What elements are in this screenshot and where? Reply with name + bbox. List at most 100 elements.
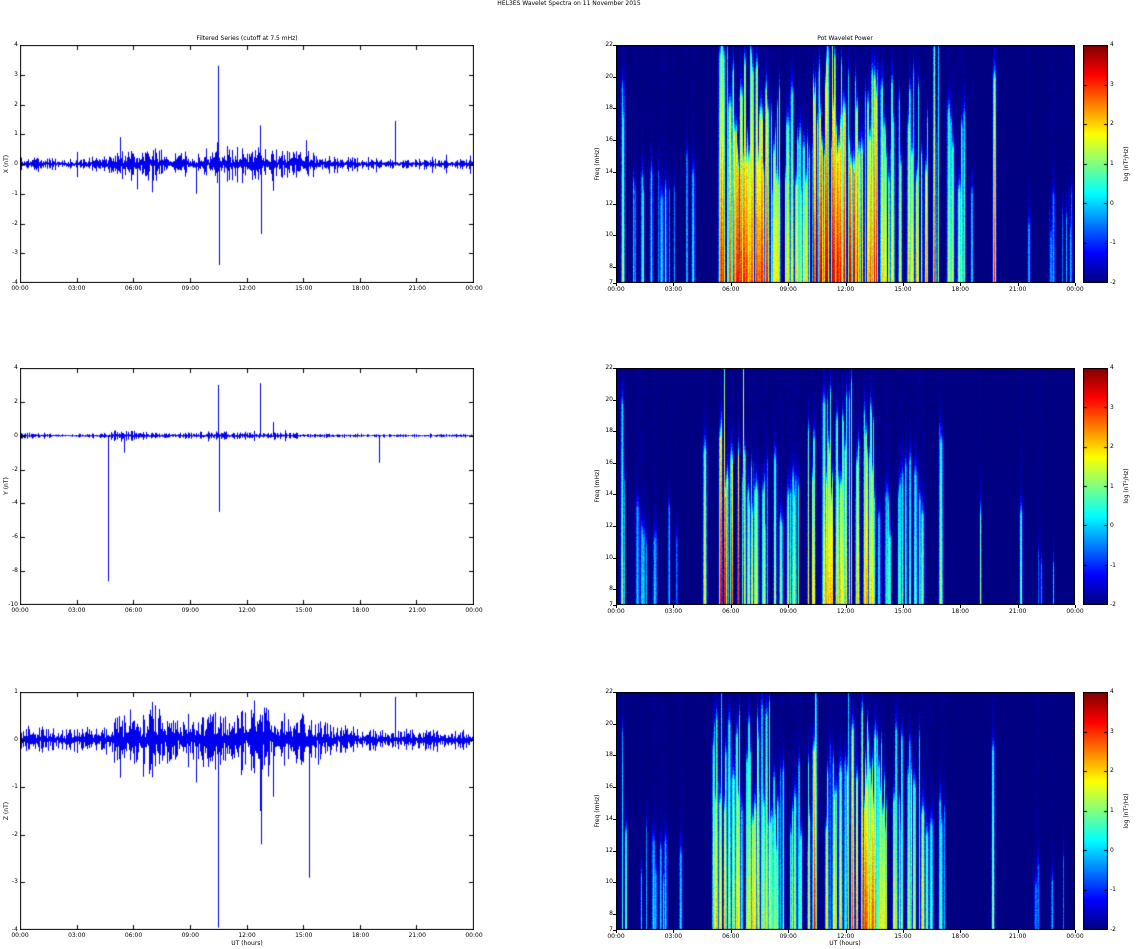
- y-tick-label: 12: [605, 522, 613, 529]
- y-tick-label: 3: [14, 70, 18, 78]
- y-tick-label: 0: [14, 160, 18, 167]
- y-tick-label: 2: [14, 397, 18, 405]
- x-tick-label: 21:00: [1008, 933, 1027, 940]
- y-tick-label: 16: [605, 783, 613, 791]
- y-spectrogram-canvas: [616, 368, 1075, 605]
- x-tick-label: 18:00: [951, 286, 969, 293]
- y-tick-label: 8: [609, 910, 613, 918]
- colorbar-tick-label: 2: [1110, 120, 1114, 128]
- x-tick-label: 00:00: [607, 286, 625, 293]
- freq-ylabel-row3: Freq (mHz): [594, 794, 601, 828]
- tick-mark: [613, 171, 616, 173]
- y-tick-label: -3: [12, 878, 18, 886]
- colorbar-tick-label: -2: [1110, 926, 1116, 933]
- tick-mark: [613, 557, 616, 559]
- y-tick-label: -2: [12, 465, 18, 473]
- y-tick-label: 18: [605, 751, 613, 759]
- colorbar-tick-label: 0: [1110, 199, 1114, 207]
- ut-hours-xlabel-left: UT (hours): [231, 940, 263, 947]
- y-tick-label: 18: [605, 104, 613, 112]
- y-tick-label: -4: [12, 926, 18, 933]
- y-tick-label: 10: [605, 553, 613, 561]
- x-tick-label: 03:00: [664, 608, 683, 615]
- y-tick-label: -4: [12, 499, 18, 507]
- tick-mark: [613, 914, 616, 916]
- x-tick-label: 18:00: [351, 932, 370, 939]
- y-tick-label: 4: [14, 41, 18, 48]
- tick-mark: [613, 850, 616, 852]
- y-tick-label: 16: [605, 458, 613, 466]
- x-tick-label: 12:00: [238, 285, 256, 292]
- x-tick-label: 00:00: [465, 932, 483, 939]
- freq-ylabel-row1: Freq (mHz): [594, 147, 601, 181]
- x-spectrogram-plot: [616, 45, 1075, 283]
- y-tick-label: 1: [14, 688, 18, 695]
- x-tick-label: 21:00: [408, 285, 426, 292]
- x-tick-label: 21:00: [408, 607, 426, 614]
- y-tick-label: 12: [605, 199, 613, 207]
- filtered-series-title: Filtered Series (cutoff at 7.5 mHz): [196, 35, 298, 42]
- x-tick-label: 09:00: [779, 933, 797, 940]
- ut-hours-xlabel-right: UT (hours): [829, 940, 861, 947]
- y-tick-label: 18: [605, 427, 613, 435]
- y-spectrogram-plot: [616, 368, 1075, 605]
- y-tick-label: -1: [12, 783, 18, 791]
- y-tick-label: -4: [12, 279, 18, 286]
- x-tick-label: 00:00: [11, 285, 29, 292]
- y-tick-label: 12: [605, 846, 613, 854]
- tick-mark: [613, 283, 616, 284]
- tick-mark: [613, 787, 616, 789]
- tick-mark: [613, 526, 616, 527]
- z-spectrogram-canvas: [616, 692, 1075, 930]
- z-spectrogram-plot: [616, 692, 1075, 930]
- tick-mark: [613, 462, 616, 464]
- x-tick-label: 15:00: [295, 285, 313, 292]
- y-tick-label: 14: [605, 167, 613, 175]
- y-tick-label: 8: [609, 585, 613, 593]
- y-tick-label: 0: [14, 431, 18, 439]
- tick-mark: [613, 267, 616, 269]
- tick-mark: [613, 368, 616, 369]
- colorbar-tick-label: 2: [1110, 767, 1114, 775]
- y-tick-label: -3: [12, 249, 18, 257]
- y-tick-label: 10: [605, 878, 613, 886]
- x-tick-label: 06:00: [124, 607, 143, 614]
- colorbar-tick-label: 4: [1110, 688, 1114, 695]
- x-series-plot: [20, 45, 474, 283]
- colorbar-canvas-row1: [1083, 45, 1108, 283]
- tick-mark: [613, 930, 616, 931]
- x-series-canvas: [20, 45, 474, 283]
- x-tick-label: 00:00: [465, 607, 483, 614]
- y-tick-label: 16: [605, 136, 613, 144]
- x-tick-label: 03:00: [68, 932, 86, 939]
- y-tick-label: -8: [12, 567, 18, 575]
- x-tick-label: 18:00: [351, 607, 370, 614]
- colorbar-tick-label: -1: [1110, 886, 1116, 894]
- y-tick-label: 0: [14, 735, 18, 743]
- colorbar-tick-label: 4: [1110, 41, 1114, 48]
- x-tick-label: 06:00: [124, 285, 143, 292]
- y-tick-label: 22: [605, 41, 613, 48]
- x-tick-label: 00:00: [1066, 933, 1084, 940]
- y-tick-label: -1: [12, 189, 18, 197]
- tick-mark: [613, 399, 616, 401]
- colorbar-tick-label: 1: [1110, 160, 1114, 167]
- x-tick-label: 00:00: [1066, 608, 1084, 615]
- x-tick-label: 06:00: [722, 608, 740, 615]
- x-tick-label: 15:00: [894, 608, 912, 615]
- z-component-ylabel: Z (nT): [3, 801, 10, 821]
- y-tick-label: 20: [605, 719, 613, 727]
- x-tick-label: 03:00: [664, 286, 683, 293]
- y-tick-label: 22: [605, 364, 613, 371]
- x-tick-label: 03:00: [68, 607, 86, 614]
- x-tick-label: 15:00: [894, 286, 912, 293]
- y-tick-label: 20: [605, 72, 613, 80]
- tick-mark: [613, 882, 616, 884]
- x-tick-label: 06:00: [722, 286, 740, 293]
- x-tick-label: 21:00: [408, 932, 426, 939]
- x-spectrogram-canvas: [616, 45, 1075, 283]
- x-tick-label: 12:00: [836, 608, 855, 615]
- colorbar-tick-label: 3: [1110, 403, 1114, 411]
- y-tick-label: -10: [8, 601, 18, 608]
- colorbar-tick-label: -1: [1110, 239, 1116, 247]
